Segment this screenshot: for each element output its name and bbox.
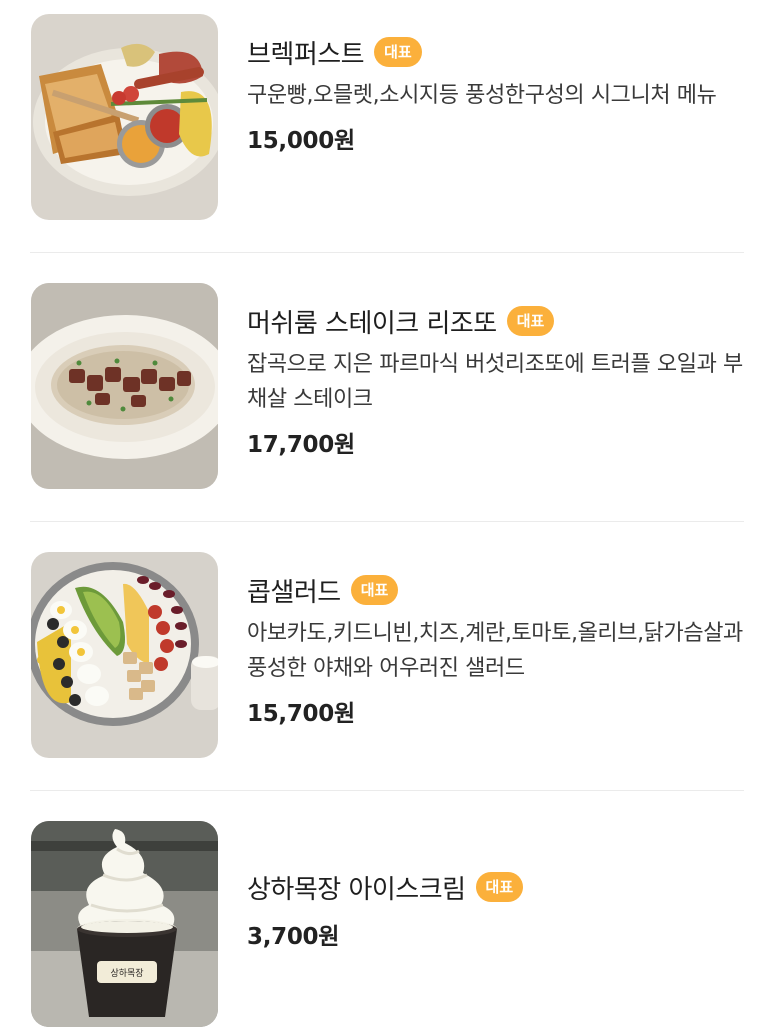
divider (30, 521, 744, 522)
breakfast-photo-art (31, 14, 218, 220)
menu-item-description: 잡곡으로 지은 파르마식 버섯리조또에 트러플 오일과 부채살 스테이크 (247, 352, 743, 412)
cup-brand-label: 상하목장 (110, 968, 143, 979)
menu-item-name: 브렉퍼스트 (247, 39, 365, 70)
breakfast-photo[interactable] (31, 14, 218, 220)
menu-item-price: 17,700원 (247, 432, 355, 458)
menu-item-price: 15,700원 (247, 701, 355, 727)
signature-badge: 대표 (475, 872, 524, 902)
cobb-salad-photo[interactable] (31, 552, 218, 758)
cobb-salad-photo-art (31, 552, 218, 758)
menu-item-price: 3,700원 (247, 924, 340, 950)
divider (30, 252, 744, 253)
menu-item-name: 머쉬룸 스테이크 리조또 (247, 308, 497, 339)
signature-badge: 대표 (506, 306, 555, 336)
menu-item-name: 상하목장 아이스크림 (247, 874, 466, 905)
risotto-photo[interactable] (31, 283, 218, 489)
signature-badge: 대표 (374, 37, 422, 67)
menu-item-name: 콥샐러드 (247, 577, 341, 608)
menu-item-description: 구운빵,오믈렛,소시지등 풍성한구성의 시그니처 메뉴 (247, 83, 717, 108)
divider (30, 790, 744, 791)
menu-item-description: 아보카도,키드니빈,치즈,계란,토마토,올리브,닭가슴살과 풍성한 야채와 어우… (247, 621, 743, 681)
signature-badge: 대표 (350, 575, 399, 605)
risotto-photo-art (31, 283, 218, 489)
ice-cream-photo-art: 상하목장 (31, 821, 218, 1027)
menu-item-price: 15,000원 (247, 128, 355, 154)
ice-cream-photo[interactable]: 상하목장 (31, 821, 218, 1027)
